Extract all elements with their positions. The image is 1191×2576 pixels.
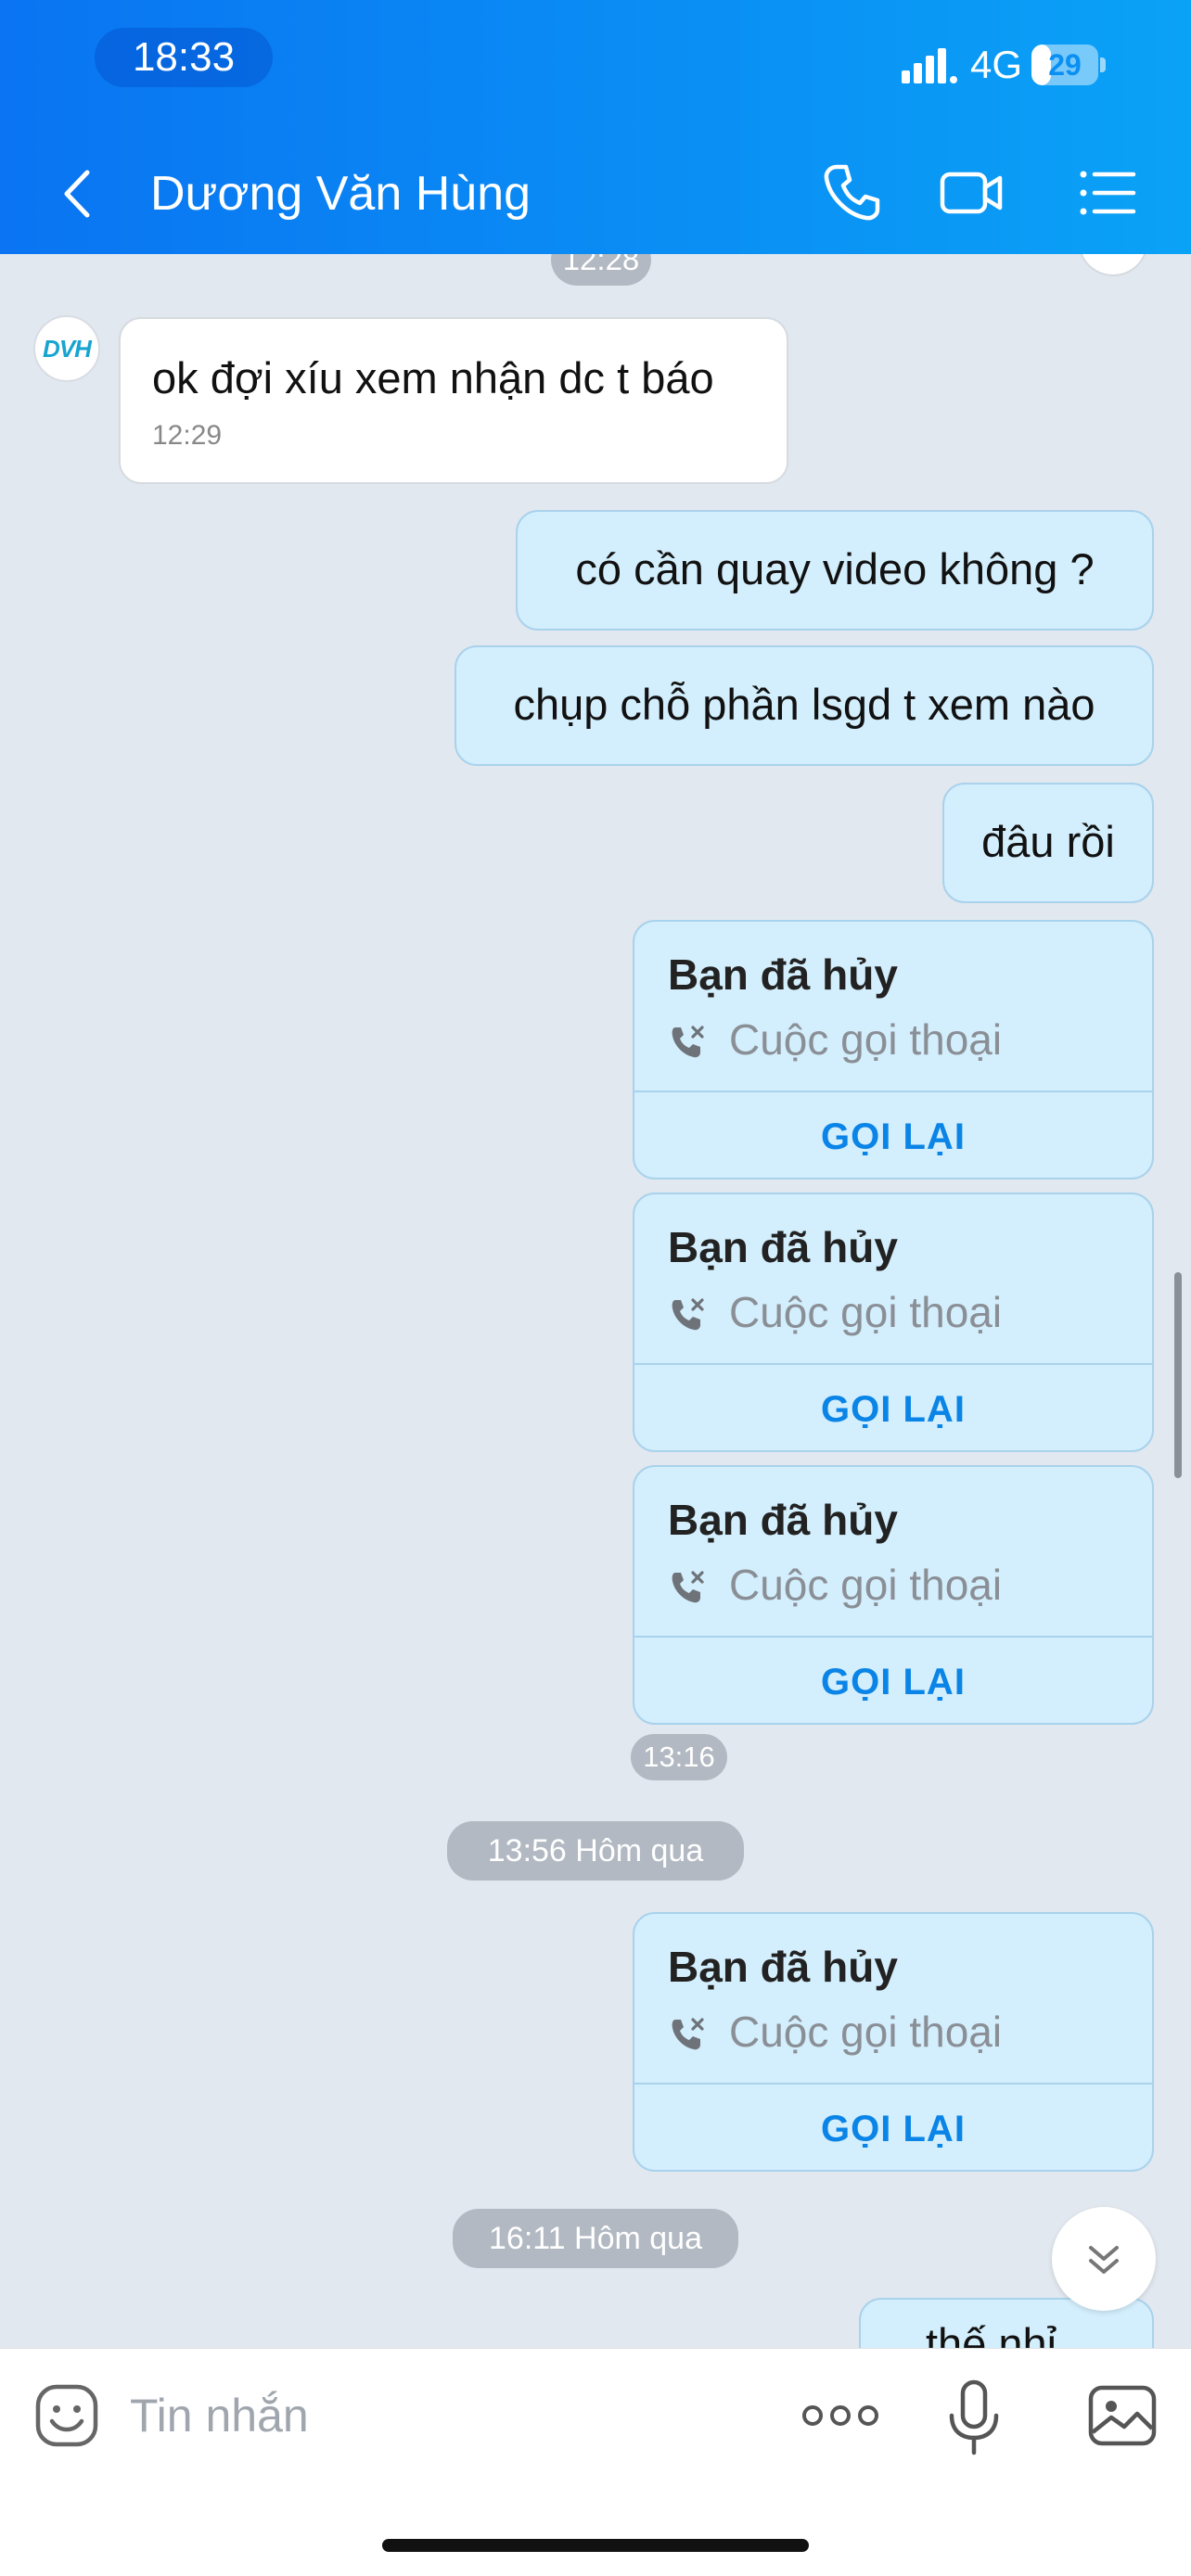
time-pill: 13:16: [631, 1734, 727, 1780]
call-type: Cuộc gọi thoại: [729, 1288, 1003, 1336]
missed-call-icon: [672, 1026, 704, 1058]
back-button[interactable]: [56, 163, 102, 224]
image-button[interactable]: [1087, 2382, 1158, 2449]
call-back-button[interactable]: GỌI LẠI: [634, 1092, 1152, 1178]
scroll-to-bottom-button[interactable]: [1052, 2207, 1156, 2311]
message-time: 12:29: [152, 420, 223, 451]
date-separator: 16:11 Hôm qua: [453, 2209, 738, 2268]
more-dots-button[interactable]: [801, 2390, 879, 2442]
call-card: Bạn đã hủy Cuộc gọi thoại GỌI LẠI: [633, 920, 1154, 1180]
partial-button: [1078, 254, 1148, 276]
outgoing-message[interactable]: có cần quay video không ?: [516, 510, 1154, 631]
status-time: 18:33: [95, 28, 273, 87]
call-type: Cuộc gọi thoại: [729, 1561, 1003, 1609]
network-type: 4G: [970, 43, 1023, 86]
incoming-message[interactable]: ok đợi xíu xem nhận dc t báo 12:29: [119, 317, 788, 484]
call-card: Bạn đã hủy Cuộc gọi thoại GỌI LẠI: [633, 1192, 1154, 1452]
contact-name[interactable]: Dương Văn Hùng: [150, 163, 531, 224]
call-status: Bạn đã hủy: [668, 1496, 898, 1544]
scrollbar[interactable]: [1174, 1272, 1182, 1478]
battery-level: 29: [1048, 48, 1082, 82]
outgoing-message[interactable]: đâu rồi: [942, 783, 1154, 903]
home-indicator[interactable]: [382, 2539, 809, 2552]
call-status: Bạn đã hủy: [668, 1943, 898, 1991]
phone-call-button[interactable]: [818, 159, 885, 226]
call-back-button[interactable]: GỌI LẠI: [634, 2085, 1152, 2170]
message-text: thế nhỉ: [926, 2319, 1057, 2348]
outgoing-message[interactable]: chụp chỗ phần lsgd t xem nào: [455, 645, 1154, 766]
date-separator: 13:56 Hôm qua: [447, 1821, 744, 1881]
menu-list-button[interactable]: [1074, 159, 1141, 226]
video-call-button[interactable]: [939, 159, 1005, 226]
call-type: Cuộc gọi thoại: [729, 1015, 1003, 1064]
call-card: Bạn đã hủy Cuộc gọi thoại GỌI LẠI: [633, 1912, 1154, 2172]
avatar[interactable]: DVH: [33, 315, 100, 382]
sticker-button[interactable]: [33, 2382, 100, 2449]
call-status: Bạn đã hủy: [668, 1223, 898, 1271]
missed-call-icon: [672, 2018, 704, 2050]
call-type: Cuộc gọi thoại: [729, 2008, 1003, 2056]
microphone-button[interactable]: [944, 2378, 1004, 2456]
signal-icon: [902, 48, 957, 83]
missed-call-icon: [672, 1571, 704, 1603]
missed-call-icon: [672, 1298, 704, 1331]
message-text: ok đợi xíu xem nhận dc t báo: [152, 353, 714, 402]
call-back-button[interactable]: GỌI LẠI: [634, 1365, 1152, 1450]
header-bar: 18:33 4G 29 Dương Văn Hùng: [0, 0, 1191, 254]
battery-icon: 29: [1031, 45, 1106, 85]
message-input[interactable]: [130, 2382, 724, 2449]
call-back-button[interactable]: GỌI LẠI: [634, 1638, 1152, 1723]
chat-screen: 18:33 4G 29 Dương Văn Hùng 12:28 DVH ok …: [0, 0, 1191, 2576]
time-pill: 12:28: [551, 254, 651, 286]
avatar-logo: DVH: [43, 334, 92, 363]
message-list[interactable]: 12:28 DVH ok đợi xíu xem nhận dc t báo 1…: [0, 254, 1191, 2348]
call-card: Bạn đã hủy Cuộc gọi thoại GỌI LẠI: [633, 1465, 1154, 1725]
call-status: Bạn đã hủy: [668, 950, 898, 999]
